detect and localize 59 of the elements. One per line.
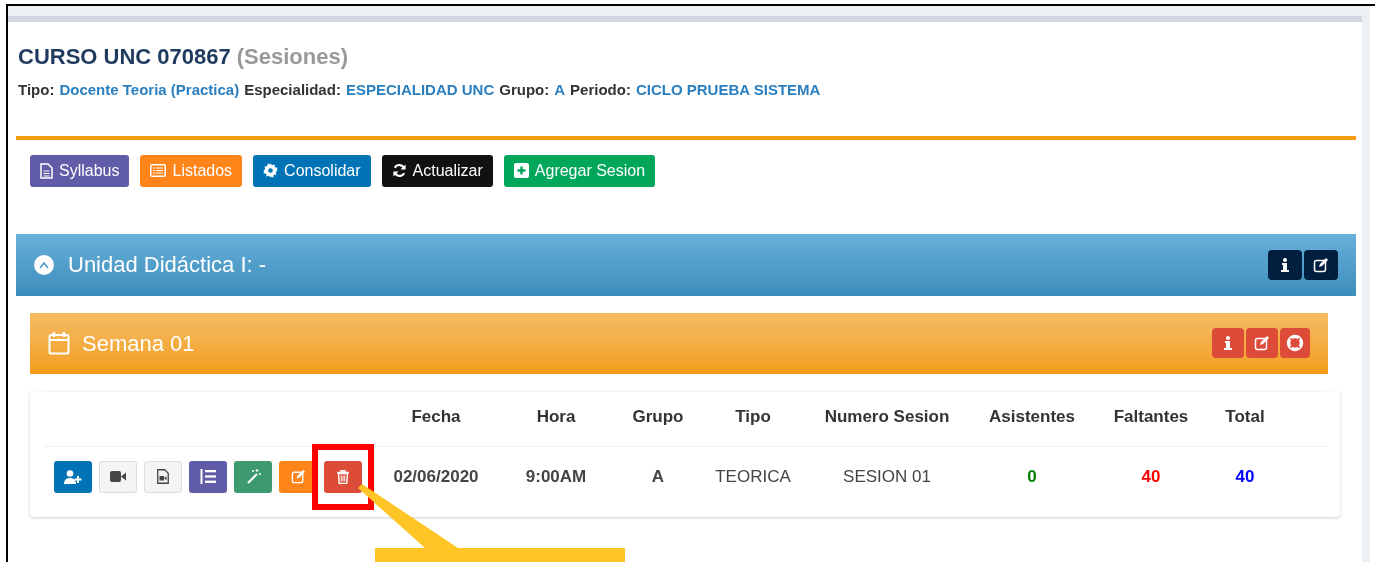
calendar-icon [48, 331, 70, 355]
table-cell-text: TEORICA [714, 465, 792, 488]
action-button[interactable] [54, 460, 92, 493]
document-icon [40, 162, 53, 179]
column-header: Hora [535, 406, 577, 428]
field-label: Especialidad: [244, 80, 341, 100]
info-button[interactable] [1268, 249, 1302, 280]
column-header: Faltantes [1112, 406, 1190, 428]
collapse-icon[interactable] [34, 254, 54, 275]
edit-icon [290, 469, 306, 484]
info-icon [1281, 257, 1289, 272]
table-cell-text: 02/06/2020 [392, 465, 480, 488]
action-button[interactable] [99, 460, 137, 493]
table-cell-text: 0 [1026, 465, 1038, 488]
table-cell-text: 40 [1140, 465, 1162, 488]
field-label: Tipo: [18, 80, 55, 100]
table-cell-text: A [650, 465, 666, 488]
toolbar-button[interactable]: Consolidar [253, 154, 371, 187]
course-title: CURSO UNC 070867 [18, 43, 231, 71]
course-subtitle: (Sesiones) [236, 43, 348, 71]
edit-icon [1313, 256, 1329, 273]
toolbar-button[interactable]: Agregar Sesion [503, 154, 656, 187]
list-icon [150, 164, 167, 177]
field-value: ESPECIALIDAD UNC [345, 80, 495, 100]
lifebuoy-button[interactable] [1280, 328, 1310, 358]
video-camera-icon [110, 471, 126, 482]
column-header: Total [1224, 406, 1266, 428]
column-header: Asistentes [988, 406, 1076, 428]
toolbar-button[interactable]: Actualizar [381, 154, 493, 187]
refresh-icon [391, 163, 407, 178]
magic-wand-icon [245, 469, 261, 484]
numbered-list-icon [200, 469, 216, 484]
video-file-icon [157, 469, 169, 484]
unit-title: Unidad Didáctica I: - [68, 251, 267, 279]
table-cell-text: 9:00AM [524, 465, 588, 488]
field-value: CICLO PRUEBA SISTEMA [635, 80, 821, 100]
field-value: A [554, 80, 566, 100]
action-button[interactable] [144, 460, 182, 493]
column-header: Numero Sesion [823, 406, 951, 428]
action-button[interactable] [189, 460, 227, 493]
table-cell-text: SESION 01 [842, 465, 932, 488]
table-cell-text: 40 [1234, 465, 1256, 488]
field-value: Docente Teoria (Practica) [59, 80, 240, 100]
edit-button[interactable] [1304, 249, 1338, 280]
column-header: Fecha [410, 406, 462, 428]
field-label: Grupo: [499, 80, 550, 100]
field-label: Periodo: [570, 80, 631, 100]
trash-icon [337, 469, 349, 484]
info-icon [1224, 336, 1232, 350]
user-plus-icon [64, 469, 82, 484]
week-title: Semana 01 [82, 329, 195, 358]
toolbar-button[interactable]: Syllabus [30, 154, 130, 187]
gear-icon [263, 163, 279, 178]
column-header: Tipo [734, 406, 772, 428]
action-button[interactable] [324, 460, 362, 493]
column-header: Grupo [631, 406, 685, 428]
plus-icon [513, 163, 529, 178]
lifebuoy-icon [1286, 334, 1304, 352]
edit-icon [1254, 335, 1270, 351]
